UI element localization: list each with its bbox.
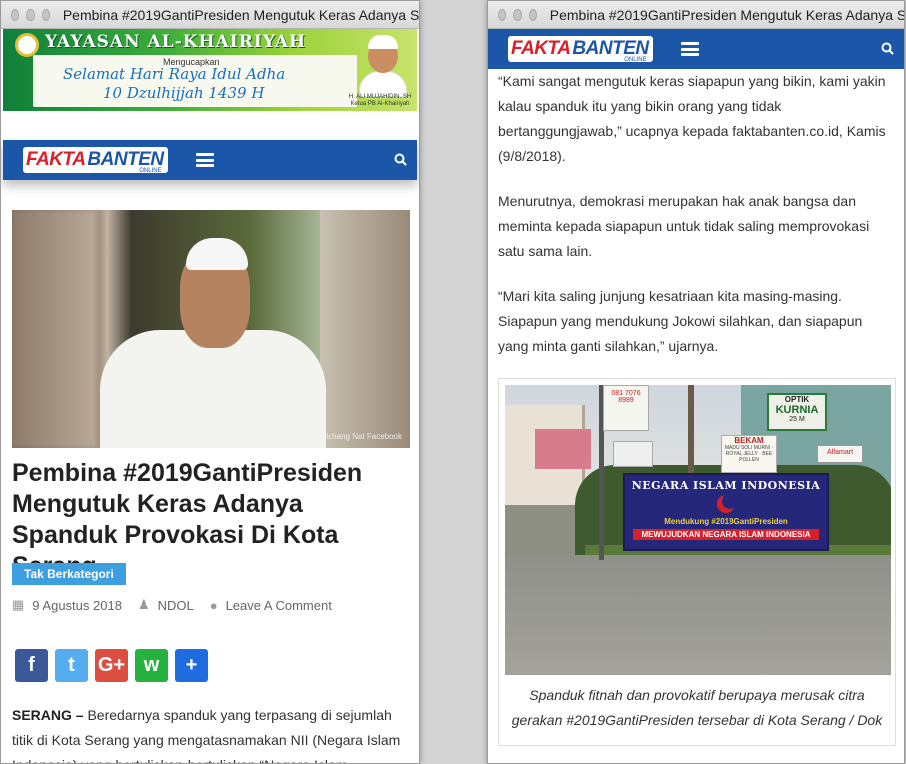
close-window-button[interactable] — [11, 8, 20, 21]
logo-fakta: FAKTA — [26, 149, 86, 170]
ad-greeting: Selamat Hari Raya Idul Adha — [63, 65, 286, 83]
zoom-window-button[interactable] — [41, 8, 50, 21]
ad-banner[interactable]: YAYASAN AL-KHAIRIYAH Mengucapkan Selamat… — [3, 29, 417, 111]
article-meta: ▦ 9 Agustus 2018 ♟ NDOL ● Leave A Comment — [12, 597, 348, 613]
sign-bekam-label: BEKAM — [734, 436, 764, 445]
category-badge[interactable]: Tak Berkategori — [12, 563, 126, 585]
photo-sign-bekam: BEKAM MADU SOLI MURNI · ROYAL JELLY · BE… — [721, 435, 777, 473]
browser-window-right: Pembina #2019GantiPresiden Mengutuk Kera… — [487, 0, 905, 764]
ad-person-caption: H. ALI MUJAHIDIN, SH Ketua PB Al-Khairiy… — [348, 94, 412, 107]
zoom-window-button[interactable] — [528, 8, 537, 21]
logo-fakta: FAKTA — [511, 38, 571, 59]
search-icon[interactable] — [394, 153, 407, 166]
nii-banner: NEGARA ISLAM INDONESIA Mendukung #2019Ga… — [623, 473, 829, 551]
close-window-button[interactable] — [498, 8, 507, 21]
leave-comment-link[interactable]: Leave A Comment — [226, 598, 332, 613]
logo-online: ONLINE — [624, 57, 647, 63]
article-lead: SERANG – Beredarnya spanduk yang terpasa… — [12, 703, 412, 763]
article-figure: 081 7076 8989 OPTIK KURNIA 25 M BEKAM MA… — [498, 378, 896, 746]
sign-optik-label: OPTIK — [784, 395, 810, 404]
site-navbar: FAKTA BANTEN ONLINE — [3, 140, 417, 180]
minimize-window-button[interactable] — [513, 8, 522, 21]
figure-caption: Spanduk fitnah dan provokatif berupaya m… — [511, 687, 883, 728]
site-navbar: FAKTA BANTEN ONLINE — [488, 29, 904, 69]
search-icon[interactable] — [881, 42, 894, 55]
sign-kurnia-label: KURNIA — [775, 404, 819, 416]
sign-distance-label: 25 M — [789, 416, 805, 423]
browser-window-left: Pembina #2019GantiPresiden Mengutuk Kera… — [0, 0, 420, 764]
ad-date: 10 Dzulhijjah 1439 H — [103, 84, 265, 102]
hero-credit: Ichang Nat Facebook — [325, 432, 402, 441]
photo-sign-optik: OPTIK KURNIA 25 M — [767, 393, 827, 431]
article-paragraph: Menurutnya, demokrasi merupakan hak anak… — [498, 193, 870, 259]
nii-banner-slogan: MEWUJUDKAN NEGARA ISLAM INDONESIA — [633, 529, 819, 540]
hamburger-menu-icon[interactable] — [195, 153, 214, 167]
window-titlebar: Pembina #2019GantiPresiden Mengutuk Kera… — [488, 1, 904, 29]
user-icon: ♟ — [137, 597, 150, 612]
lead-dateline: SERANG – — [12, 707, 84, 723]
share-buttons: f t G+ w + — [15, 649, 215, 682]
logo-online: ONLINE — [139, 168, 162, 174]
twitter-share-button[interactable]: t — [55, 649, 88, 682]
comment-icon: ● — [209, 597, 218, 613]
ad-person-photo — [355, 31, 409, 97]
calendar-icon: ▦ — [12, 597, 25, 612]
share-share-button[interactable]: + — [175, 649, 208, 682]
photo-sign-arrow: Alfamart — [817, 445, 863, 463]
facebook-share-button[interactable]: f — [15, 649, 48, 682]
minimize-window-button[interactable] — [26, 8, 35, 21]
whatsapp-share-button[interactable]: w — [135, 649, 168, 682]
google-plus-share-button[interactable]: G+ — [95, 649, 128, 682]
window-title: Pembina #2019GantiPresiden Mengutuk Kera… — [549, 6, 904, 23]
nii-banner-support: Mendukung #2019GantiPresiden — [664, 517, 788, 526]
site-logo[interactable]: FAKTA BANTEN ONLINE — [23, 147, 168, 174]
photo-sign-phone: 081 7076 8989 — [603, 385, 649, 431]
site-logo[interactable]: FAKTA BANTEN ONLINE — [508, 36, 653, 63]
article-paragraph: “Kami sangat mengutuk keras siapapun yan… — [498, 73, 886, 164]
nii-banner-title: NEGARA ISLAM INDONESIA — [631, 479, 821, 492]
article-hero-image: Ichang Nat Facebook — [12, 210, 410, 448]
post-date[interactable]: 9 Agustus 2018 — [32, 598, 122, 613]
post-author[interactable]: NDOL — [158, 598, 194, 613]
hamburger-menu-icon[interactable] — [680, 42, 699, 56]
spanduk-photo: 081 7076 8989 OPTIK KURNIA 25 M BEKAM MA… — [505, 385, 891, 675]
window-title: Pembina #2019GantiPresiden Mengutuk Kera… — [62, 6, 419, 23]
article-paragraph: “Mari kita saling junjung kesatriaan kit… — [498, 288, 863, 354]
sign-bekam-items: MADU SOLI MURNI · ROYAL JELLY · BEE POLL… — [724, 445, 774, 463]
ad-org-name: YAYASAN AL-KHAIRIYAH — [45, 32, 307, 52]
yayasan-logo-icon — [15, 33, 39, 57]
photo-sign-blank — [613, 441, 653, 467]
window-titlebar: Pembina #2019GantiPresiden Mengutuk Kera… — [1, 1, 419, 29]
